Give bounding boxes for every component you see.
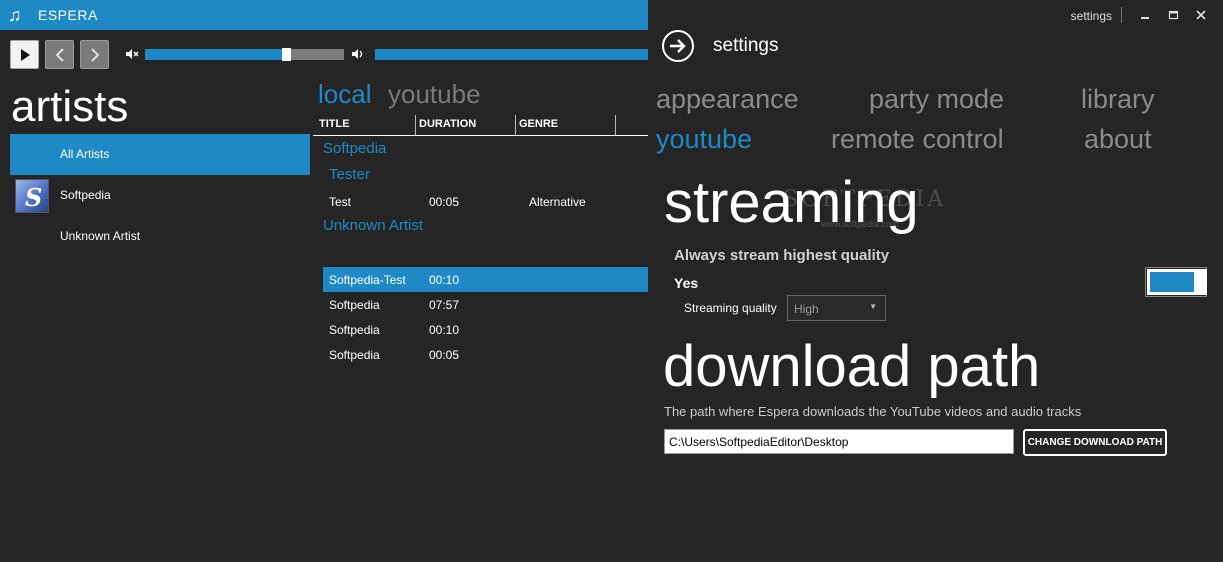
watermark: SOFTPEDIA bbox=[783, 187, 947, 212]
volume-fill bbox=[145, 49, 282, 60]
volume-icon[interactable] bbox=[351, 48, 365, 60]
track-progress-bar[interactable] bbox=[375, 49, 648, 60]
play-button[interactable] bbox=[10, 40, 39, 69]
watermark-url: www.softpedia.com bbox=[821, 219, 899, 229]
artist-item-all[interactable]: All Artists bbox=[10, 134, 310, 175]
maximize-icon[interactable] bbox=[1162, 4, 1184, 26]
back-button[interactable] bbox=[662, 30, 694, 62]
streaming-quality-select[interactable]: High ▼ bbox=[787, 295, 886, 321]
stream-quality-value: Yes bbox=[674, 275, 699, 291]
toggle-fill bbox=[1150, 272, 1194, 292]
download-path-heading: download path bbox=[663, 334, 1041, 399]
player-pane: ♫ ESPERA artists All Artists S Softpedia… bbox=[0, 0, 648, 562]
streaming-quality-value: High bbox=[794, 302, 819, 316]
artists-heading: artists bbox=[11, 82, 129, 131]
column-divider[interactable] bbox=[415, 115, 416, 135]
mute-icon[interactable] bbox=[125, 48, 139, 60]
song-duration: 00:05 bbox=[429, 195, 460, 209]
avatar-letter: S bbox=[25, 183, 43, 212]
table-row[interactable]: Softpedia 00:05 bbox=[323, 342, 648, 367]
close-icon[interactable] bbox=[1190, 4, 1212, 26]
chevron-down-icon: ▼ bbox=[869, 302, 877, 311]
title-bar: ♫ ESPERA bbox=[0, 0, 648, 30]
artist-item-label: Softpedia bbox=[60, 188, 111, 202]
table-row[interactable]: Test 00:05 Alternative bbox=[323, 189, 648, 214]
song-table-header: TITLE DURATION GENRE bbox=[313, 115, 648, 136]
column-divider[interactable] bbox=[515, 115, 516, 135]
volume-slider[interactable] bbox=[145, 48, 344, 61]
category-appearance[interactable]: appearance bbox=[656, 84, 799, 115]
caption-divider bbox=[1121, 7, 1122, 23]
song-duration: 00:05 bbox=[429, 348, 460, 362]
artist-avatar: S bbox=[15, 179, 49, 213]
song-duration: 00:10 bbox=[429, 323, 460, 337]
column-genre[interactable]: GENRE bbox=[519, 118, 558, 130]
column-title[interactable]: TITLE bbox=[319, 118, 350, 130]
stream-quality-toggle[interactable] bbox=[1147, 269, 1207, 295]
artist-item-label: All Artists bbox=[60, 147, 110, 161]
group-artist: Unknown Artist bbox=[323, 217, 424, 234]
song-title: Softpedia bbox=[329, 348, 380, 362]
song-title: Softpedia bbox=[329, 298, 380, 312]
group-album: Tester bbox=[329, 166, 370, 183]
next-button[interactable] bbox=[80, 40, 109, 69]
download-path-description: The path where Espera downloads the YouT… bbox=[664, 404, 1082, 419]
next-icon bbox=[91, 48, 100, 62]
stream-quality-label: Always stream highest quality bbox=[674, 247, 890, 264]
play-icon bbox=[21, 49, 30, 61]
minimize-icon[interactable] bbox=[1134, 4, 1156, 26]
change-download-path-button[interactable]: CHANGE DOWNLOAD PATH bbox=[1023, 429, 1167, 456]
volume-thumb[interactable] bbox=[282, 48, 291, 61]
app-title: ESPERA bbox=[38, 7, 98, 23]
tab-local[interactable]: local bbox=[318, 79, 371, 110]
category-about[interactable]: about bbox=[1084, 124, 1152, 155]
song-duration: 00:10 bbox=[429, 273, 460, 287]
table-row[interactable]: Softpedia 00:10 bbox=[323, 317, 648, 342]
download-path-input[interactable] bbox=[664, 429, 1014, 454]
settings-title: settings bbox=[713, 35, 779, 56]
settings-caption-button[interactable]: settings bbox=[1071, 9, 1112, 23]
previous-button[interactable] bbox=[45, 40, 74, 69]
music-note-icon: ♫ bbox=[8, 5, 22, 25]
artist-item-softpedia[interactable]: S Softpedia bbox=[10, 175, 310, 216]
table-row[interactable]: Softpedia-Test 00:10 bbox=[323, 267, 648, 292]
category-remote-control[interactable]: remote control bbox=[831, 124, 1004, 155]
category-party-mode[interactable]: party mode bbox=[869, 84, 1004, 115]
streaming-quality-label: Streaming quality bbox=[684, 301, 777, 315]
settings-pane: settings settings appearance party mode … bbox=[648, 0, 1223, 562]
artist-item-label: Unknown Artist bbox=[60, 229, 141, 243]
column-divider[interactable] bbox=[615, 115, 616, 135]
category-library[interactable]: library bbox=[1081, 84, 1155, 115]
song-title: Test bbox=[329, 195, 352, 209]
column-duration[interactable]: DURATION bbox=[419, 118, 476, 130]
artist-item-unknown[interactable]: Unknown Artist bbox=[10, 216, 310, 257]
song-duration: 07:57 bbox=[429, 298, 460, 312]
category-youtube[interactable]: youtube bbox=[656, 124, 752, 155]
previous-icon bbox=[55, 48, 64, 62]
song-title: Softpedia bbox=[329, 323, 380, 337]
tab-youtube[interactable]: youtube bbox=[388, 79, 481, 110]
song-title: Softpedia-Test bbox=[329, 273, 406, 287]
arrow-right-icon bbox=[670, 39, 686, 53]
table-row[interactable]: Softpedia 07:57 bbox=[323, 292, 648, 317]
group-artist: Softpedia bbox=[323, 140, 387, 157]
song-genre: Alternative bbox=[529, 195, 586, 209]
